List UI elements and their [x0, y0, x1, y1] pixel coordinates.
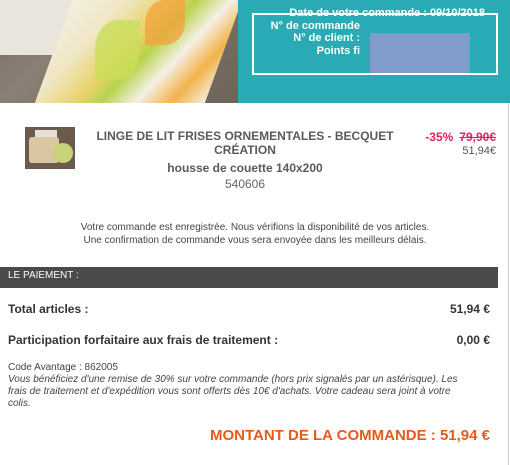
message-line-1: Votre commande est enregistrée. Nous vér…: [80, 222, 430, 233]
right-border: [508, 103, 509, 465]
payment-section-header: LE PAIEMENT :: [0, 267, 498, 288]
price-discount: -35% 79,90€: [425, 130, 496, 144]
product-name[interactable]: LINGE DE LIT FRISES ORNEMENTALES - BECQU…: [95, 129, 395, 157]
discount-percent: -35%: [425, 130, 454, 144]
processing-fees-label: Participation forfaitaire aux frais de t…: [8, 333, 279, 347]
total-articles-label: Total articles :: [8, 302, 89, 316]
promo-note: Vous bénéficiez d'une remise de 30% sur …: [8, 374, 458, 409]
processing-fees-value: 0,00 €: [456, 333, 490, 347]
payment-title: LE PAIEMENT :: [8, 270, 79, 281]
product-thumbnail[interactable]: [25, 127, 75, 169]
order-total: MONTANT DE LA COMMANDE : 51,94 €: [209, 427, 490, 444]
header-banner: Date de votre commande : 09/10/2018 N° d…: [0, 0, 510, 103]
new-price: 51,94€: [462, 145, 496, 157]
promo-code: Code Avantage : 862005: [8, 362, 118, 373]
bedding-photo: [0, 0, 238, 103]
old-price: 79,90€: [459, 130, 496, 144]
product-variant: housse de couette 140x200: [167, 161, 323, 175]
client-number-label: N° de client :: [293, 32, 360, 44]
points-label: Points fi: [316, 45, 360, 57]
order-confirmation-message: Votre commande est enregistrée. Nous vér…: [40, 221, 470, 247]
product-reference: 540606: [224, 177, 266, 191]
message-line-2: Une confirmation de commande vous sera e…: [83, 235, 427, 246]
total-articles-value: 51,94 €: [449, 302, 490, 316]
order-date: Date de votre commande : 09/10/2018: [289, 7, 485, 19]
redacted-block: [370, 33, 470, 73]
